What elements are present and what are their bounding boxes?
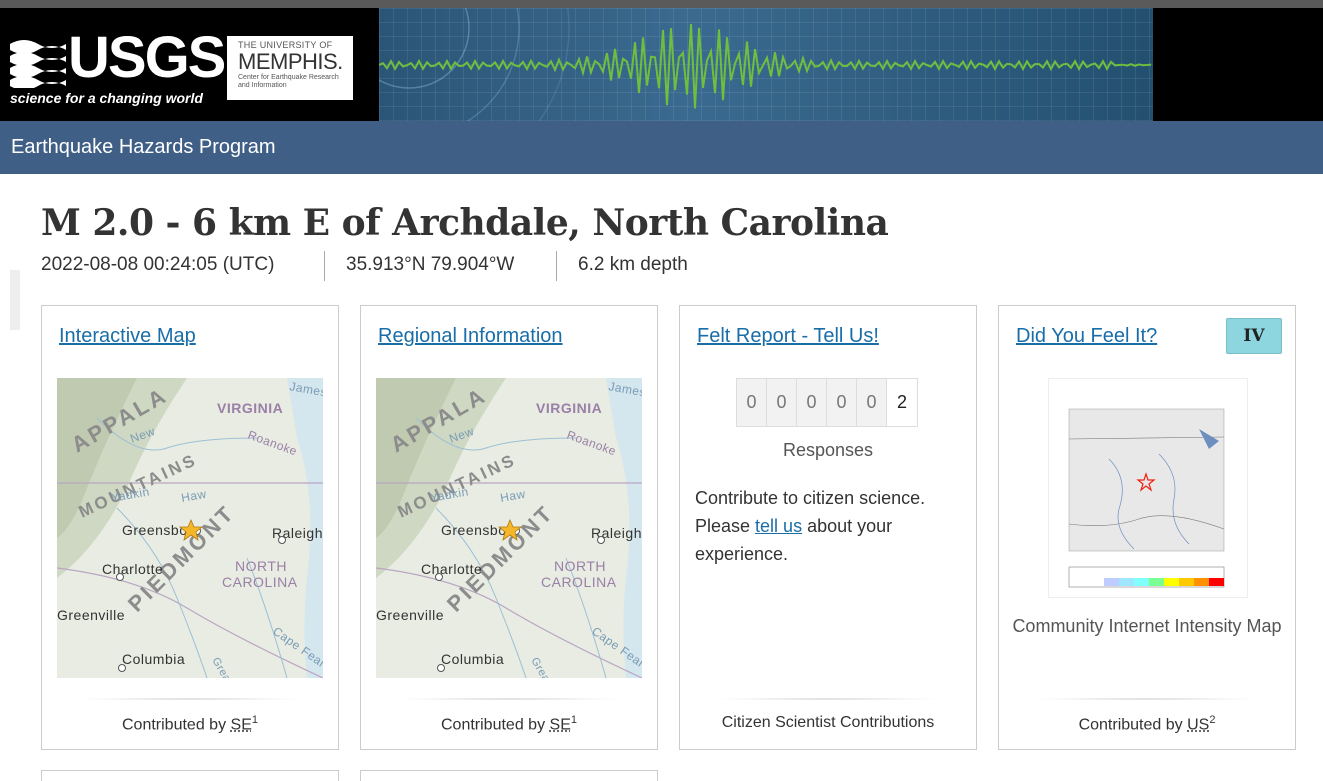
dyfi-link[interactable]: Did You Feel It?: [1016, 325, 1157, 348]
dyfi-intensity-map[interactable]: [1048, 378, 1248, 598]
dyfi-caption: Community Internet Intensity Map: [1012, 616, 1282, 636]
map-label: VIRGINIA: [217, 400, 283, 416]
contributor-source[interactable]: SE: [550, 716, 571, 733]
counter-digit: 0: [736, 378, 766, 427]
event-depth: 6.2 km depth: [578, 254, 688, 275]
interactive-map-card: Interactive Map VIRGINIA Roanoke APPALA MOU…: [41, 305, 339, 750]
map-label: NORTH: [554, 558, 606, 574]
interactive-map-thumbnail[interactable]: VIRGINIA Roanoke APPALA MOUNTAINS New Yadkin H…: [57, 378, 323, 678]
interactive-map-link[interactable]: Interactive Map: [59, 325, 196, 348]
map-image: VIRGINIARoanokeAPPALAMOUNTAINSNewYadkin H…: [57, 378, 323, 678]
memphis-line2: MEMPHIS.: [238, 49, 343, 74]
map-label: NORTH: [235, 558, 287, 574]
map-label: Columbia: [122, 651, 185, 667]
usgs-logo[interactable]: USGS science for a changing world: [10, 28, 226, 108]
responses-label: Responses: [782, 440, 874, 460]
contributor-source[interactable]: US: [1187, 716, 1209, 733]
map-label: CAROLINA: [222, 574, 298, 590]
contributor-source[interactable]: SE: [231, 716, 252, 733]
meta-divider: [556, 251, 557, 281]
regional-info-card: Regional Information VIRGINIA Roanoke APPA…: [360, 305, 658, 750]
counter-digit: 2: [886, 378, 918, 427]
citizen-contributions: Citizen Scientist Contributions: [721, 714, 935, 731]
map-label: Charlotte: [102, 561, 163, 577]
map-label: VIRGINIA: [536, 400, 602, 416]
event-title: M 2.0 - 6 km E of Archdale, North Caroli…: [41, 202, 889, 244]
regional-map-thumbnail[interactable]: VIRGINIA Roanoke APPALA MOUNTAINS New Yadkin H…: [376, 378, 642, 678]
usgs-tagline: science for a changing world: [10, 90, 203, 106]
left-scroll-hint: [10, 270, 20, 330]
next-card-top: [360, 770, 658, 781]
map-label: Greenville: [376, 607, 444, 623]
program-navbar: Earthquake Hazards Program: [0, 121, 1323, 174]
counter-digit: 0: [826, 378, 856, 427]
contributed-by: Contributed by SE1: [441, 714, 577, 734]
meta-divider: [324, 251, 325, 281]
felt-description: Contribute to citizen science. Please te…: [695, 488, 926, 564]
regional-info-link[interactable]: Regional Information: [378, 325, 563, 348]
tell-us-link[interactable]: tell us: [755, 516, 802, 536]
map-label: CAROLINA: [541, 574, 617, 590]
event-time: 2022-08-08 00:24:05 (UTC): [41, 254, 275, 275]
counter-digit: 0: [796, 378, 826, 427]
seismogram-wave-icon: [379, 8, 1152, 121]
top-border: [0, 0, 1323, 8]
event-location: 35.913°N 79.904°W: [346, 254, 515, 275]
intensity-map-image: [1049, 379, 1247, 597]
map-label: Charlotte: [421, 561, 482, 577]
program-title[interactable]: Earthquake Hazards Program: [11, 136, 276, 159]
map-image: VIRGINIARoanokeAPPALAMOUNTAINSNewYadkin H…: [376, 378, 642, 678]
response-counter: 0 0 0 0 0 2: [736, 378, 918, 427]
usgs-logo-text: USGS: [68, 25, 226, 90]
counter-digit: 0: [856, 378, 886, 427]
memphis-logo[interactable]: THE UNIVERSITY OF MEMPHIS. Center for Ea…: [227, 36, 353, 100]
next-card-top: [41, 770, 339, 781]
counter-digit: 0: [766, 378, 796, 427]
map-label: Columbia: [441, 651, 504, 667]
usgs-wave-icon: [10, 40, 66, 88]
contributed-by: Contributed by US2: [1078, 714, 1216, 734]
memphis-line3: Center for Earthquake Research and Infor…: [238, 74, 339, 89]
felt-report-link[interactable]: Felt Report - Tell Us!: [697, 325, 879, 348]
dyfi-card: Did You Feel It? IV Community Internet I…: [998, 305, 1296, 750]
felt-report-card: Felt Report - Tell Us! 0 0 0 0 0 2 Respo…: [679, 305, 977, 750]
contributed-by: Contributed by SE1: [122, 714, 258, 734]
intensity-badge: IV: [1226, 318, 1282, 354]
site-header: USGS science for a changing world THE UN…: [0, 8, 1323, 121]
map-label: Greenville: [57, 607, 125, 623]
seismogram-banner: [379, 8, 1153, 121]
